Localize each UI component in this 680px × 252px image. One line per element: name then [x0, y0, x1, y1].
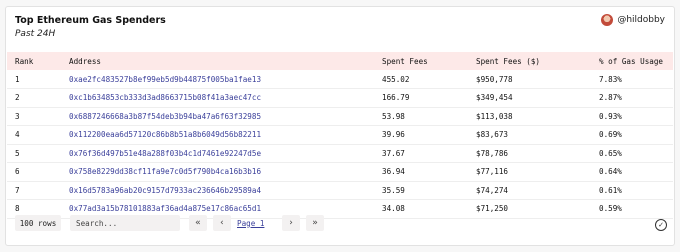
cell-spent-fees: 455.02	[382, 74, 410, 84]
search-input[interactable]	[70, 215, 180, 231]
card-header: Top Ethereum Gas Spenders Past 24H	[15, 15, 166, 39]
table-row: 6 0x758e8229dd38cf11fa9e7c0d5f790b4ca16b…	[7, 163, 673, 182]
cell-address-link[interactable]: 0xae2fc483527b8ef99eb5d9b44875f005ba1fae…	[61, 70, 374, 89]
column-header-spent-fees-usd[interactable]: Spent Fees ($)	[468, 52, 591, 70]
rows-per-page-button[interactable]: 100 rows	[15, 215, 61, 231]
cell-gas-usage: 0.64%	[599, 167, 622, 177]
cell-rank: 2	[15, 93, 20, 103]
table-row: 2 0xc1b634853cb333d3ad8663715b08f41a3aec…	[7, 89, 673, 108]
chevron-right-icon: ›	[288, 218, 294, 228]
cell-spent-fees-usd: $83,673	[476, 130, 509, 140]
author-link[interactable]: @hildobby	[601, 14, 665, 26]
table-row: 7 0x16d5783a96ab20c9157d7933ac236646b295…	[7, 181, 673, 200]
cell-rank: 1	[15, 74, 20, 84]
column-header-address[interactable]: Address	[61, 52, 374, 70]
cell-spent-fees-usd: $74,274	[476, 185, 509, 195]
page-indicator[interactable]: Page 1	[237, 215, 264, 231]
cell-rank: 6	[15, 167, 20, 177]
double-chevron-right-icon: »	[312, 218, 318, 228]
cell-address-link[interactable]: 0xc1b634853cb333d3ad8663715b08f41a3aec47…	[61, 89, 374, 108]
column-header-rank[interactable]: Rank	[7, 52, 61, 70]
cell-spent-fees: 34.08	[382, 204, 405, 214]
cell-gas-usage: 0.59%	[599, 204, 622, 214]
cell-rank: 4	[15, 130, 20, 140]
cell-address-link[interactable]: 0x758e8229dd38cf11fa9e7c0d5f790b4ca16b3b…	[61, 163, 374, 182]
table-row: 1 0xae2fc483527b8ef99eb5d9b44875f005ba1f…	[7, 70, 673, 89]
cell-rank: 3	[15, 111, 20, 121]
table-row: 4 0x112200eaa6d57120c86b8b51a8b6049d56b8…	[7, 126, 673, 145]
cell-spent-fees-usd: $78,786	[476, 148, 509, 158]
next-page-button[interactable]: ›	[282, 215, 300, 231]
author-username: @hildobby	[617, 15, 665, 25]
query-result-card: Top Ethereum Gas Spenders Past 24H @hild…	[5, 6, 675, 246]
cell-spent-fees-usd: $950,778	[476, 74, 513, 84]
last-page-button[interactable]: »	[306, 215, 324, 231]
cell-gas-usage: 0.61%	[599, 185, 622, 195]
previous-page-button[interactable]: ‹	[213, 215, 231, 231]
cell-spent-fees: 35.59	[382, 185, 405, 195]
cell-spent-fees: 36.94	[382, 167, 405, 177]
chevron-left-icon: ‹	[219, 218, 225, 228]
cell-rank: 7	[15, 185, 20, 195]
check-circle-icon: ✓	[655, 219, 667, 231]
avatar	[601, 14, 614, 26]
cell-gas-usage: 0.65%	[599, 148, 622, 158]
cell-gas-usage: 2.87%	[599, 93, 622, 103]
column-header-spent-fees[interactable]: Spent Fees	[374, 52, 468, 70]
cell-spent-fees-usd: $113,038	[476, 111, 513, 121]
column-header-gas-usage[interactable]: % of Gas Usage	[591, 52, 673, 70]
table-row: 3 0x6887246668a3b87f54deb3b94ba47a6f63f3…	[7, 107, 673, 126]
cell-spent-fees: 39.96	[382, 130, 405, 140]
cell-rank: 5	[15, 148, 20, 158]
cell-spent-fees-usd: $77,116	[476, 167, 509, 177]
cell-spent-fees: 166.79	[382, 93, 410, 103]
cell-address-link[interactable]: 0x76f36d497b51e48a288f03b4c1d7461e92247d…	[61, 144, 374, 163]
cell-gas-usage: 7.83%	[599, 74, 622, 84]
cell-address-link[interactable]: 0x112200eaa6d57120c86b8b51a8b6049d56b822…	[61, 126, 374, 145]
card-title: Top Ethereum Gas Spenders	[15, 15, 166, 26]
cell-spent-fees-usd: $71,250	[476, 204, 509, 214]
cell-address-link[interactable]: 0x6887246668a3b87f54deb3b94ba47a6f63f329…	[61, 107, 374, 126]
cell-spent-fees-usd: $349,454	[476, 93, 513, 103]
cell-gas-usage: 0.69%	[599, 130, 622, 140]
cell-spent-fees: 53.98	[382, 111, 405, 121]
cell-gas-usage: 0.93%	[599, 111, 622, 121]
table-header-row: Rank Address Spent Fees Spent Fees ($) %…	[7, 52, 673, 70]
double-chevron-left-icon: «	[195, 218, 201, 228]
card-subtitle: Past 24H	[15, 29, 56, 39]
cell-address-link[interactable]: 0x16d5783a96ab20c9157d7933ac236646b29589…	[61, 181, 374, 200]
results-table: Rank Address Spent Fees Spent Fees ($) %…	[7, 52, 673, 219]
first-page-button[interactable]: «	[189, 215, 207, 231]
cell-spent-fees: 37.67	[382, 148, 405, 158]
table-row: 5 0x76f36d497b51e48a288f03b4c1d7461e9224…	[7, 144, 673, 163]
